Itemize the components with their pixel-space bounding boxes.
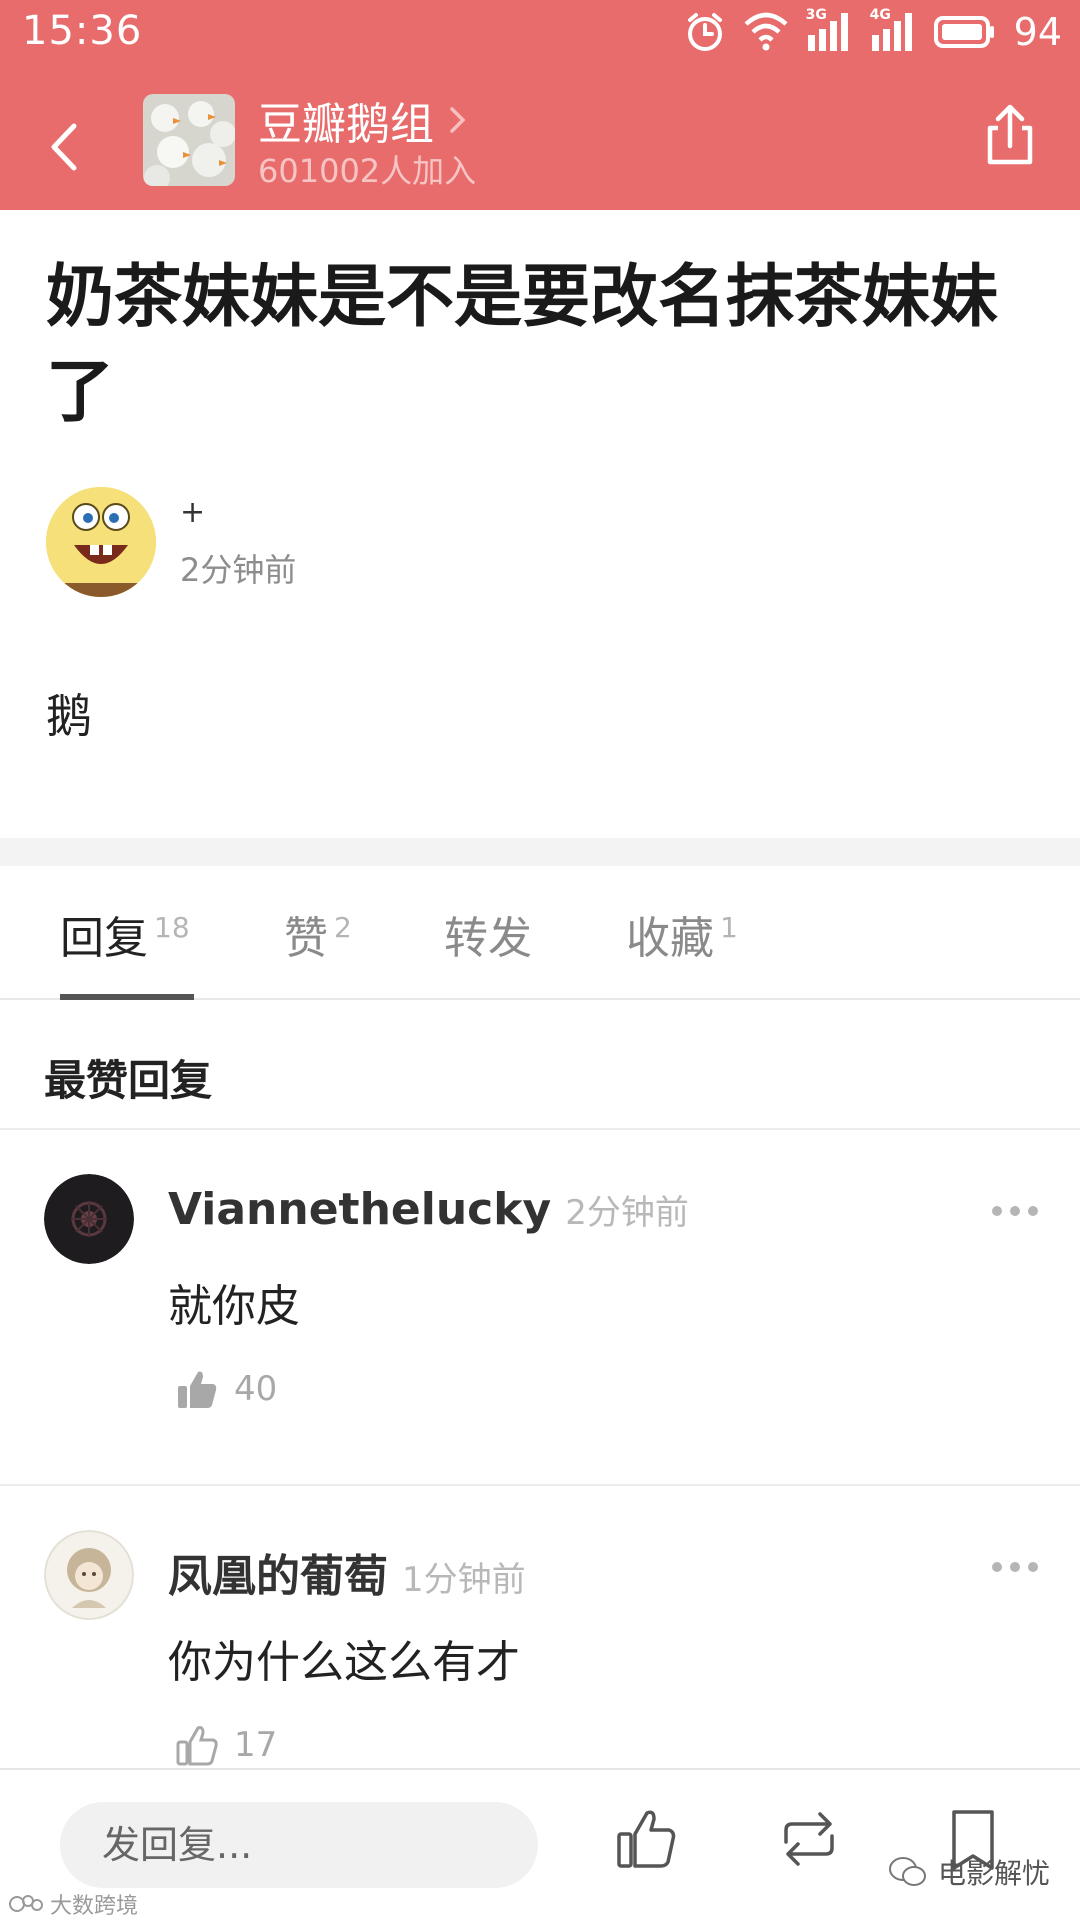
- wechat-logo-icon: [888, 1857, 926, 1886]
- comment-like-button[interactable]: 40: [176, 1368, 277, 1410]
- author-name[interactable]: +: [180, 495, 205, 530]
- bottom-action-bar: 电影解忧 大数跨境: [0, 1768, 1080, 1922]
- comment-author[interactable]: Viannethelucky 2分钟前: [168, 1184, 689, 1235]
- reshare-button[interactable]: [776, 1806, 842, 1872]
- alarm-icon: [687, 13, 722, 51]
- comment-time: 2分钟前: [565, 1193, 689, 1233]
- divider: [0, 1484, 1080, 1486]
- post-tabs: 回复 18 赞2 转发 收藏 1: [0, 866, 1080, 1000]
- more-options-icon[interactable]: [990, 1560, 1040, 1574]
- back-button[interactable]: [40, 112, 90, 182]
- comment-avatar[interactable]: [44, 1530, 134, 1620]
- signal-3g-icon: 3G: [806, 7, 852, 53]
- author-avatar[interactable]: [46, 487, 156, 597]
- battery-icon: [933, 16, 994, 48]
- tab-collections[interactable]: 收藏 1: [626, 902, 738, 966]
- group-header: 15:36 3G 4G 94 豆瓣鹅组 601002人加入: [0, 0, 1080, 210]
- like-post-button[interactable]: [614, 1806, 680, 1872]
- comment-author[interactable]: 凤凰的葡萄 1分钟前: [168, 1540, 526, 1604]
- tab-reshares[interactable]: 转发: [444, 902, 538, 966]
- comment-like-button[interactable]: 17: [176, 1724, 277, 1766]
- status-time: 15:36: [22, 8, 143, 54]
- reply-input[interactable]: [60, 1802, 538, 1888]
- status-icons: 3G 4G 94: [684, 7, 1062, 54]
- signal-4g-icon: 4G: [870, 7, 916, 53]
- watermark-source: 大数跨境: [8, 1888, 138, 1920]
- post-time: 2分钟前: [180, 551, 297, 589]
- section-divider: [0, 838, 1080, 866]
- more-options-icon[interactable]: [990, 1204, 1040, 1218]
- group-member-count: 601002人加入: [258, 152, 477, 190]
- comment-text: 就你皮: [168, 1281, 300, 1332]
- chevron-right-icon: [450, 107, 466, 133]
- share-button[interactable]: [982, 102, 1038, 168]
- comment-text: 你为什么这么有才: [168, 1637, 520, 1688]
- watermark-wechat: 电影解忧: [888, 1852, 1050, 1892]
- battery-level: 94: [1013, 10, 1062, 54]
- like-count: 17: [234, 1725, 278, 1765]
- group-avatar[interactable]: [143, 94, 235, 186]
- comment-item: Viannethelucky 2分钟前 就你皮 40: [0, 1170, 1080, 1480]
- section-title: 最赞回复: [44, 1056, 213, 1105]
- thumbs-up-outline-icon: [176, 1726, 218, 1766]
- like-count: 40: [234, 1369, 278, 1409]
- post-body: 鹅: [46, 689, 92, 743]
- tab-likes[interactable]: 赞2: [284, 902, 352, 966]
- nav-bar: 豆瓣鹅组 601002人加入: [0, 80, 1080, 210]
- wifi-icon: [744, 12, 788, 51]
- tab-replies[interactable]: 回复 18: [60, 902, 190, 966]
- active-tab-indicator: [60, 994, 194, 1000]
- comment-item: 凤凰的葡萄 1分钟前 你为什么这么有才 17: [0, 1526, 1080, 1768]
- comment-time: 1分钟前: [402, 1560, 526, 1600]
- thumbs-up-icon: [178, 1371, 217, 1408]
- watermark-logo-icon: [9, 1895, 43, 1912]
- status-bar: 15:36 3G 4G 94: [0, 0, 1080, 70]
- comment-avatar[interactable]: [44, 1174, 134, 1264]
- post-title: 奶茶妹妹是不是要改名抹茶妹妹了: [46, 258, 999, 432]
- divider: [0, 1128, 1080, 1130]
- group-name: 豆瓣鹅组: [258, 99, 434, 150]
- group-name-link[interactable]: 豆瓣鹅组: [258, 88, 468, 152]
